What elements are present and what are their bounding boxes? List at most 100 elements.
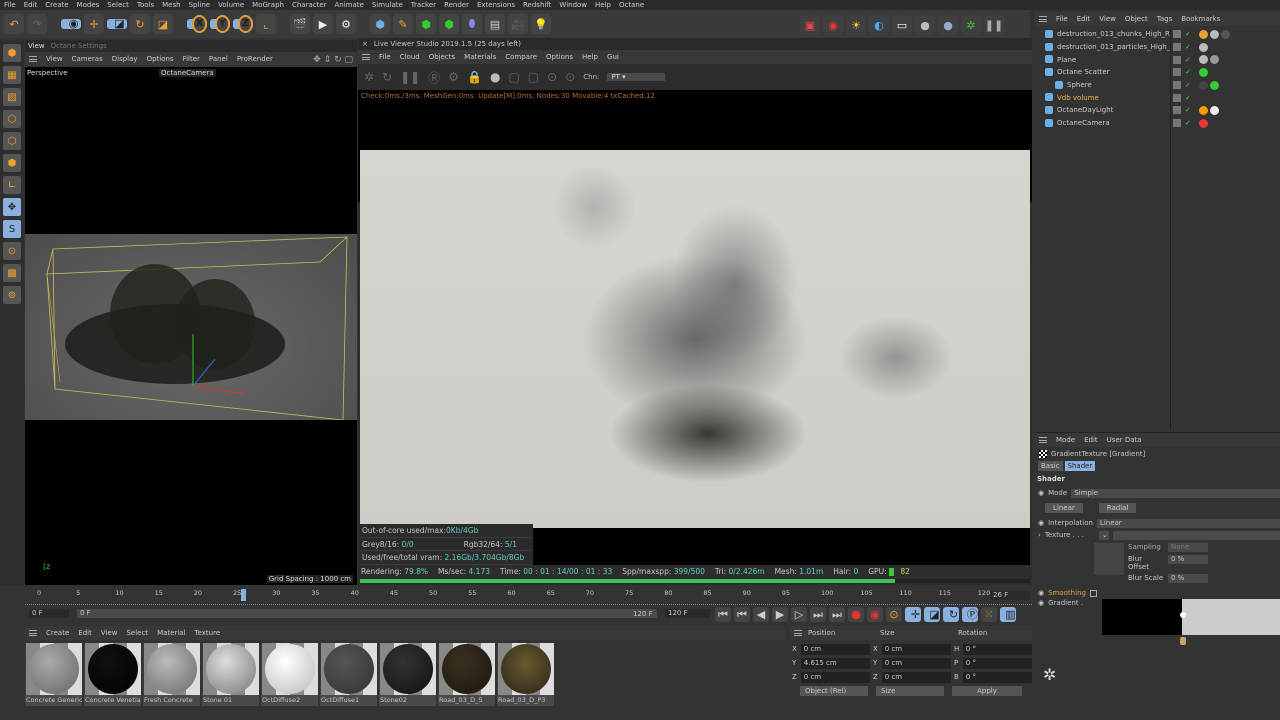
play-icon[interactable]: ▶	[772, 607, 788, 622]
gradient-knot[interactable]	[1179, 612, 1186, 618]
object-row[interactable]: Sphere ✓	[1035, 79, 1280, 92]
mode-radio-icon[interactable]: ◉	[1038, 489, 1044, 497]
enabled-check-icon[interactable]: ✓	[1185, 43, 1191, 51]
menu-item-create[interactable]: Create	[45, 1, 68, 9]
object-name[interactable]: OctaneCamera	[1035, 119, 1170, 127]
settings-icon[interactable]: ⚙	[448, 70, 459, 84]
region-render-icon[interactable]: Ⓡ	[428, 69, 440, 86]
material-ball-icon[interactable]: ●	[490, 70, 500, 84]
tag-icon[interactable]	[1209, 29, 1219, 39]
menu-item-edit[interactable]: Edit	[1084, 436, 1098, 444]
mode-field[interactable]: Simple	[1071, 488, 1280, 498]
live-viewer-icon[interactable]: ▣	[800, 15, 820, 35]
menu-icon[interactable]	[1039, 16, 1047, 22]
material-swatch[interactable]: Concrete Venetian	[84, 643, 141, 706]
smoothing-radio-icon[interactable]: ◉	[1038, 589, 1044, 597]
visibility-toggle[interactable]	[1173, 68, 1181, 77]
area-light-icon[interactable]: ▭	[892, 15, 912, 35]
start-frame-field[interactable]: 0 F	[29, 609, 69, 618]
texture-field[interactable]	[1112, 530, 1280, 540]
render-image[interactable]	[360, 150, 1030, 528]
size-field[interactable]: 0 cm	[881, 657, 951, 669]
interp-radio-icon[interactable]: ◉	[1038, 519, 1044, 527]
tag-icon[interactable]	[1198, 67, 1208, 77]
cloner-icon[interactable]: ⬢	[439, 14, 459, 34]
size-field[interactable]: 0 cm	[881, 643, 951, 655]
scatter-icon[interactable]: ✲	[961, 15, 981, 35]
size-mode-select[interactable]: Size	[876, 686, 944, 696]
object-name[interactable]: Plane	[1035, 56, 1170, 64]
expand-icon[interactable]: ›	[1038, 531, 1041, 539]
menu-icon[interactable]	[29, 56, 37, 62]
enabled-check-icon[interactable]: ✓	[1185, 56, 1191, 64]
menu-item-object[interactable]: Object	[1125, 15, 1148, 23]
compare-a-icon[interactable]: ▢	[508, 70, 519, 84]
deformer-icon[interactable]: ⬮	[462, 14, 482, 34]
render-settings-icon[interactable]: ⚙	[336, 14, 356, 34]
tab-shader[interactable]: Shader	[1064, 461, 1096, 471]
material-icon[interactable]: ●	[915, 15, 935, 35]
menu-item-spline[interactable]: Spline	[189, 1, 211, 9]
blur-offset-field[interactable]: 0 %	[1168, 555, 1208, 564]
menu-item-render[interactable]: Render	[444, 1, 469, 9]
key-scale-icon[interactable]: ◪	[924, 607, 940, 622]
object-row[interactable]: destruction_013_particles_High_Res ✓	[1035, 41, 1280, 54]
enabled-check-icon[interactable]: ✓	[1185, 68, 1191, 76]
object-row[interactable]: Plane ✓	[1035, 53, 1280, 66]
tab-view[interactable]: View	[28, 42, 45, 50]
rotate-tool-icon[interactable]: ↻	[130, 14, 150, 34]
polygons-mode-icon[interactable]: ⬢	[3, 154, 21, 172]
menu-item-octane[interactable]: Octane	[619, 1, 644, 9]
smoothing-checkbox[interactable]	[1089, 589, 1097, 597]
rotation-field[interactable]: 0 °	[962, 657, 1032, 669]
compare-b-icon[interactable]: ▢	[528, 70, 539, 84]
menu-item-window[interactable]: Window	[559, 1, 587, 9]
menu-item-mesh[interactable]: Mesh	[162, 1, 180, 9]
gradient-radio-icon[interactable]: ◉	[1038, 599, 1044, 607]
channel-select[interactable]: PT ▾	[607, 73, 666, 81]
interpolation-field[interactable]: Linear	[1096, 518, 1280, 528]
perspective-viewport[interactable]: Perspective OctaneCamera ⌊z Grid Spacing…	[25, 67, 357, 585]
playhead[interactable]	[240, 589, 246, 601]
tag-icon[interactable]	[1198, 42, 1208, 52]
lock-icon[interactable]: ⊙	[3, 242, 21, 260]
visibility-toggle[interactable]	[1173, 30, 1181, 39]
x-axis-toggle[interactable]: X	[187, 15, 207, 33]
menu-item-display[interactable]: Display	[112, 55, 138, 63]
redo-icon[interactable]: ↷	[27, 14, 47, 34]
menu-icon[interactable]	[794, 630, 802, 636]
key-pla-icon[interactable]: ⁙	[981, 607, 997, 622]
visibility-toggle[interactable]	[1173, 43, 1181, 52]
menu-item-compare[interactable]: Compare	[505, 53, 537, 61]
sampling-select[interactable]: None	[1168, 543, 1208, 552]
snap-icon[interactable]: S	[3, 220, 21, 238]
tag-icon[interactable]	[1198, 105, 1208, 115]
menu-item-filter[interactable]: Filter	[183, 55, 200, 63]
tag-icon[interactable]	[1198, 118, 1208, 128]
menu-item-select[interactable]: Select	[126, 629, 148, 637]
menu-item-mode[interactable]: Mode	[1056, 436, 1075, 444]
tag-icon[interactable]	[1209, 80, 1219, 90]
object-row[interactable]: OctaneDayLight ✓	[1035, 104, 1280, 117]
go-to-end-icon[interactable]: ⏭	[829, 607, 845, 622]
key-rotation-icon[interactable]: ↻	[943, 607, 959, 622]
timeline-ruler[interactable]: 0 5 10 15 20 25 30 35 40 45 50 55 60 65 70 75 80 85 90 95 10…	[25, 587, 1032, 605]
menu-item-prorender[interactable]: ProRender	[237, 55, 273, 63]
y-axis-toggle[interactable]: Y	[210, 15, 230, 33]
menu-item-tags[interactable]: Tags	[1157, 15, 1173, 23]
pause-render-icon[interactable]: ❚❚	[400, 70, 420, 84]
menu-item-create[interactable]: Create	[46, 629, 69, 637]
enabled-check-icon[interactable]: ✓	[1185, 119, 1191, 127]
texture-mode-icon[interactable]: ▦	[3, 66, 21, 84]
menu-item-material[interactable]: Material	[157, 629, 185, 637]
texture-dropdown[interactable]: ⌄	[1098, 530, 1109, 540]
object-name[interactable]: Vdb volume	[1035, 94, 1170, 102]
enabled-check-icon[interactable]: ✓	[1185, 94, 1191, 102]
restart-render-icon[interactable]: ✲	[364, 70, 374, 84]
current-frame-field[interactable]: 26 F	[990, 591, 1030, 600]
menu-item-edit[interactable]: Edit	[78, 629, 92, 637]
object-row[interactable]: OctaneCamera ✓	[1035, 117, 1280, 130]
focus-pick-icon[interactable]: ⊙	[547, 70, 557, 84]
record-keys-icon[interactable]: ●	[848, 607, 864, 622]
tab-octane-settings[interactable]: Octane Settings	[51, 42, 107, 50]
